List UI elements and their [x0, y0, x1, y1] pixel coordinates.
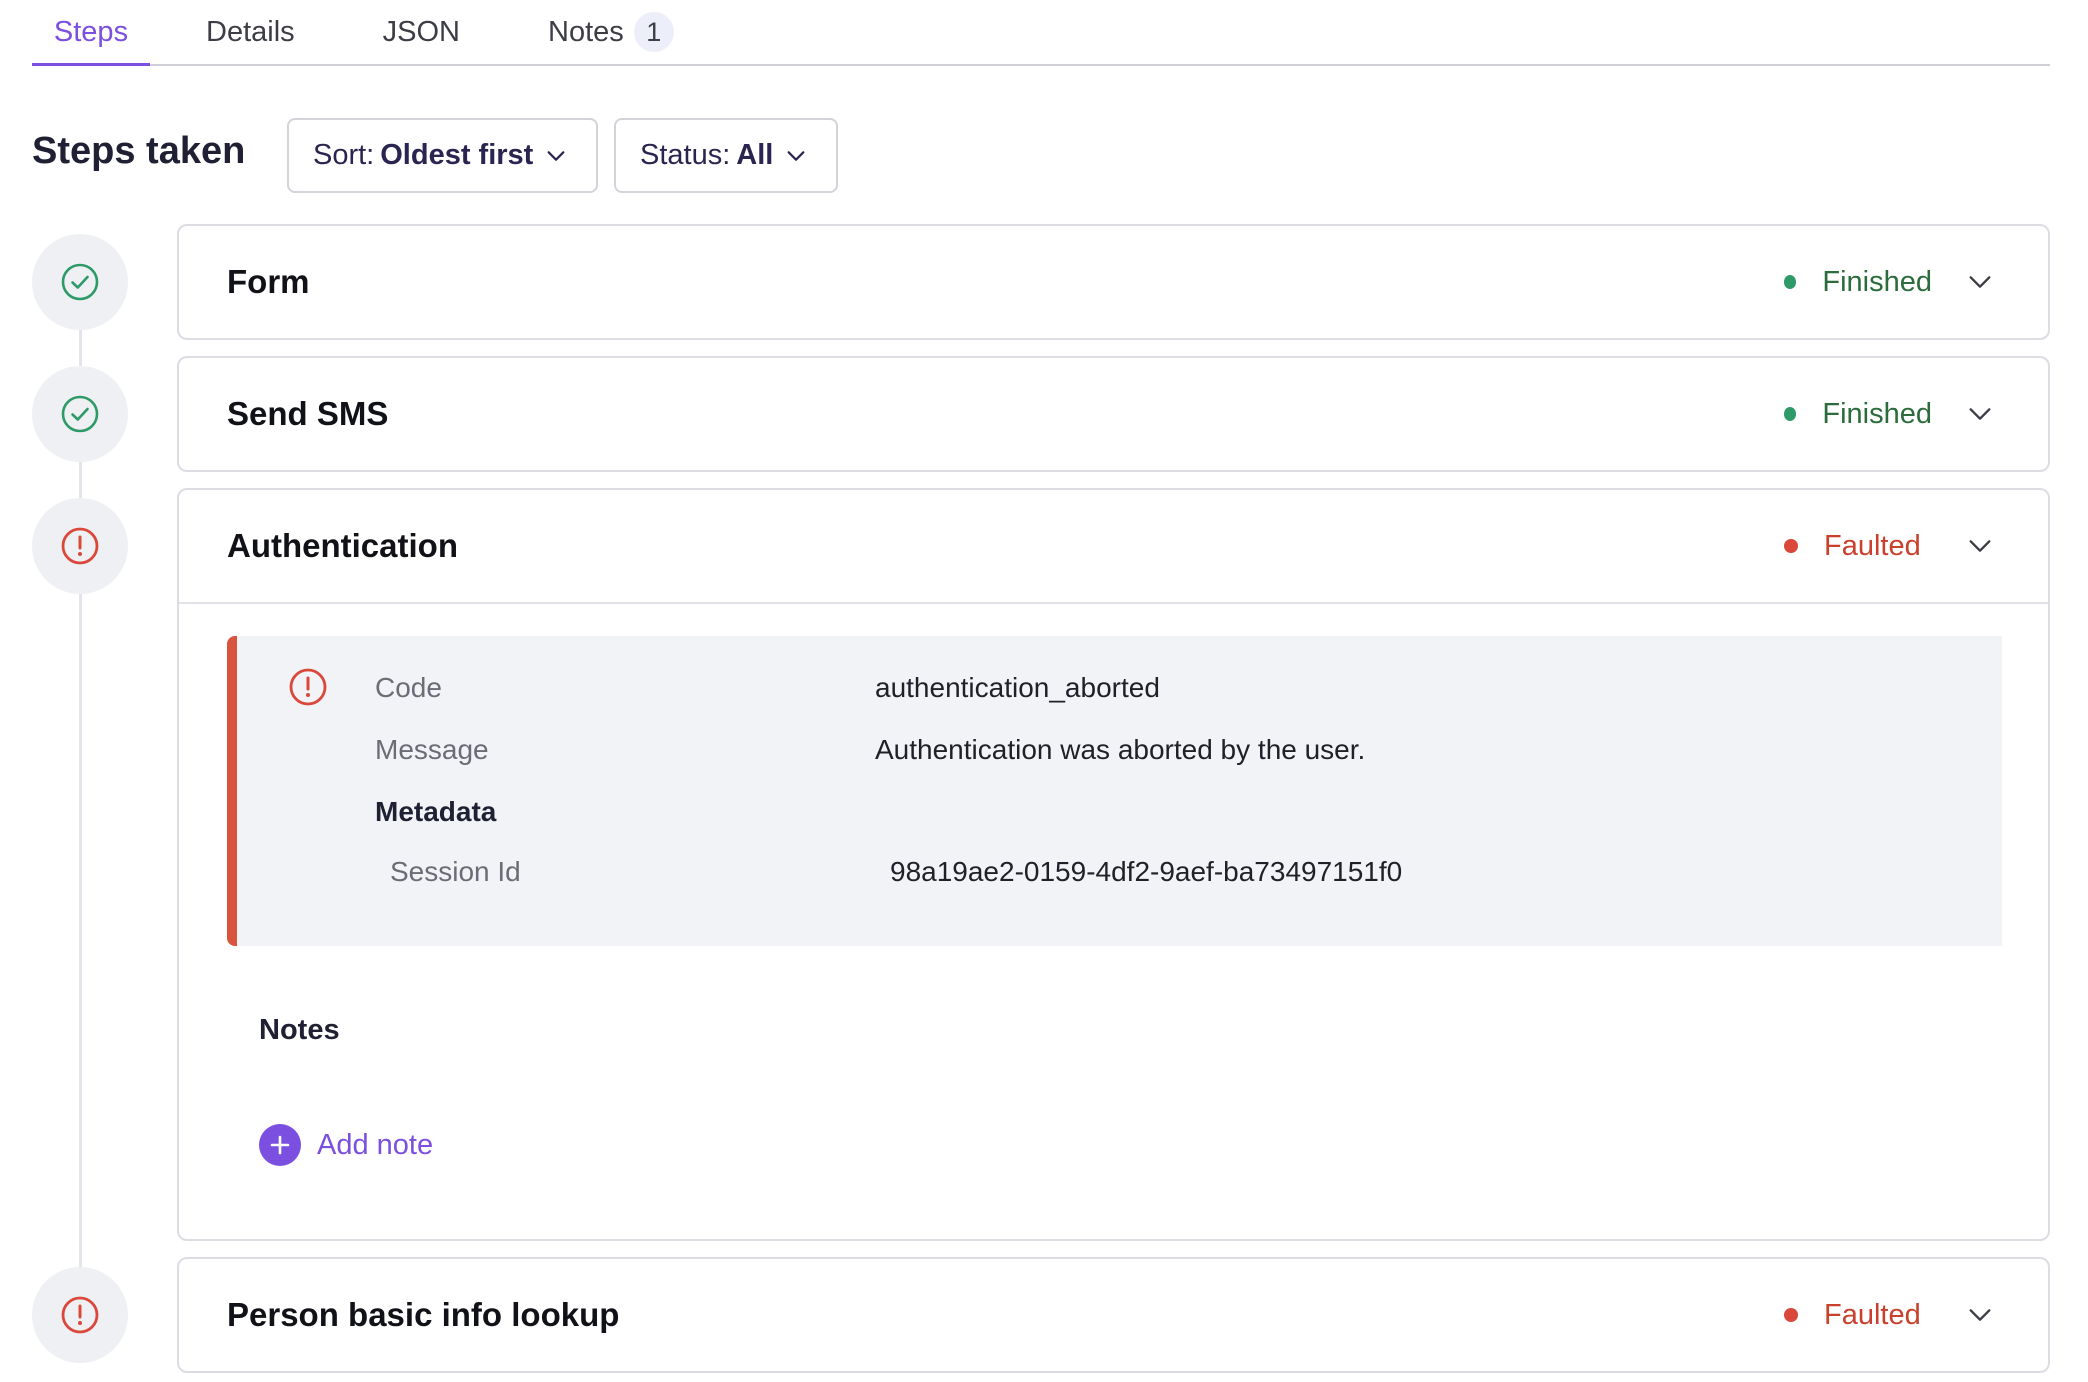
tab-label: Notes	[548, 15, 624, 48]
status-label: Faulted	[1824, 1298, 1921, 1331]
tab-notes[interactable]: Notes 1	[548, 0, 674, 64]
notes-count-badge: 1	[633, 12, 674, 52]
metadata-heading: Metadata	[375, 796, 497, 827]
tab-label: JSON	[382, 15, 460, 48]
status-label: Faulted	[1824, 529, 1921, 562]
step-header[interactable]: Person basic info lookup Faulted	[179, 1259, 2048, 1371]
chevron-down-icon[interactable]	[1966, 268, 1994, 296]
alert-circle-icon	[289, 668, 327, 706]
step-title: Authentication	[227, 527, 458, 564]
status-badge: Faulted	[1784, 1299, 1932, 1332]
status-filter-key: Status:	[640, 139, 731, 171]
check-circle-icon	[61, 395, 99, 433]
chevron-down-icon	[547, 150, 565, 161]
notes-heading: Notes	[259, 1014, 340, 1046]
sort-key: Sort:	[313, 139, 375, 171]
status-dot	[1784, 1308, 1798, 1322]
status-dot	[1784, 407, 1797, 421]
step-node-send-sms	[32, 366, 128, 462]
status-filter-dropdown[interactable]: Status: All	[614, 118, 838, 193]
alert-circle-icon	[61, 1296, 99, 1334]
step-header[interactable]: Authentication Faulted	[179, 490, 2048, 602]
step-card-send-sms: Send SMS Finished	[177, 356, 2050, 472]
step-header[interactable]: Send SMS Finished	[179, 358, 2048, 470]
tab-steps[interactable]: Steps	[32, 0, 150, 66]
chevron-down-icon	[787, 150, 805, 161]
tab-details[interactable]: Details	[206, 0, 295, 64]
session-id-value: 98a19ae2-0159-4df2-9aef-ba73497151f0	[890, 856, 1403, 887]
step-node-person-lookup	[32, 1267, 128, 1363]
step-node-form	[32, 234, 128, 330]
tab-json[interactable]: JSON	[383, 0, 460, 64]
step-header[interactable]: Form Finished	[179, 226, 2048, 338]
error-message-value: Authentication was aborted by the user.	[875, 734, 1366, 765]
status-badge: Finished	[1784, 398, 1932, 431]
add-note-label: Add note	[317, 1128, 434, 1161]
error-panel: Code authentication_aborted Message Auth…	[227, 636, 2002, 946]
step-node-authentication	[32, 498, 128, 594]
step-title: Form	[227, 263, 310, 300]
page-title: Steps taken	[32, 130, 246, 172]
status-badge: Finished	[1784, 266, 1932, 299]
error-code-value: authentication_aborted	[875, 672, 1160, 703]
status-dot	[1784, 275, 1797, 289]
status-label: Finished	[1822, 265, 1932, 298]
add-note-button[interactable]: Add note	[259, 1124, 433, 1166]
step-title: Send SMS	[227, 395, 389, 432]
alert-circle-icon	[61, 527, 99, 565]
tab-label: Details	[206, 15, 295, 48]
status-badge: Faulted	[1784, 530, 1932, 563]
sort-dropdown[interactable]: Sort: Oldest first	[287, 118, 598, 193]
session-id-label: Session Id	[390, 856, 521, 887]
sort-value: Oldest first	[380, 139, 534, 171]
step-details: Code authentication_aborted Message Auth…	[179, 602, 2048, 1237]
step-card-form: Form Finished	[177, 224, 2050, 340]
error-code-label: Code	[375, 672, 442, 703]
plus-icon	[259, 1124, 301, 1166]
step-card-authentication: Authentication Faulted Code authenticati…	[177, 488, 2050, 1241]
chevron-down-icon[interactable]	[1966, 1301, 1994, 1329]
step-title: Person basic info lookup	[227, 1296, 620, 1333]
check-circle-icon	[61, 263, 99, 301]
tab-label: Steps	[53, 15, 129, 48]
chevron-down-icon[interactable]	[1966, 532, 1994, 560]
error-message-label: Message	[375, 734, 489, 765]
status-filter-value: All	[736, 139, 774, 171]
tab-bar: Steps Details JSON Notes 1	[32, 0, 2050, 66]
status-label: Finished	[1822, 397, 1932, 430]
chevron-down-icon[interactable]	[1966, 400, 1994, 428]
status-dot	[1784, 539, 1798, 553]
step-card-person-lookup: Person basic info lookup Faulted	[177, 1257, 2050, 1373]
